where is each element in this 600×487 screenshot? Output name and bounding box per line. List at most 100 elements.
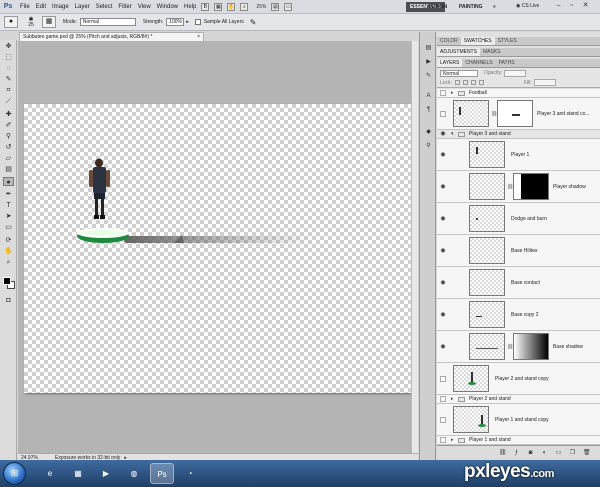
- eye-icon[interactable]: ◉: [439, 215, 447, 223]
- layer-row-base-hilites[interactable]: ◉ Base Hilites: [437, 235, 600, 267]
- layer-row-player1-group[interactable]: ▸ Player 1 and stand: [437, 436, 600, 445]
- eye-icon[interactable]: ◉: [439, 247, 447, 255]
- canvas[interactable]: [24, 104, 416, 393]
- fx-icon[interactable]: ƒ: [513, 449, 520, 457]
- menu-image[interactable]: Image: [52, 4, 69, 10]
- layer-row-player3-copy[interactable]: ⛓ Player 3 and stand co...: [437, 98, 600, 130]
- tab-masks[interactable]: MASKS: [480, 48, 504, 56]
- quick-select-tool-icon[interactable]: ✎: [3, 75, 14, 84]
- history-brush-tool-icon[interactable]: ↺: [3, 143, 14, 152]
- mode-select[interactable]: Normal: [79, 18, 136, 26]
- brush-tool-icon[interactable]: ✐: [3, 121, 14, 130]
- doc-close-icon[interactable]: ×: [197, 33, 200, 41]
- document-tab[interactable]: Subbuteo game.psd @ 25% (Pitch and adjus…: [19, 32, 204, 41]
- maximize-icon[interactable]: ▫: [566, 2, 577, 11]
- expand-icon[interactable]: ▸: [451, 437, 454, 443]
- ie-icon[interactable]: e: [38, 463, 62, 484]
- new-layer-icon[interactable]: ❐: [569, 449, 576, 457]
- collapse-icon[interactable]: ▾: [451, 131, 454, 137]
- eraser-tool-icon[interactable]: ▱: [3, 154, 14, 163]
- adjustment-layer-icon[interactable]: ◐: [541, 449, 548, 457]
- hand-tool-icon[interactable]: ✋: [227, 2, 236, 11]
- visibility-toggle[interactable]: [440, 416, 446, 423]
- new-group-icon[interactable]: ▭: [555, 449, 562, 457]
- marquee-tool-icon[interactable]: ⬚: [3, 53, 14, 62]
- pressure-brush-icon[interactable]: ✎: [250, 18, 257, 27]
- shape-tool-icon[interactable]: ▭: [3, 223, 14, 232]
- menu-help[interactable]: Help: [184, 4, 196, 10]
- visibility-toggle[interactable]: [440, 90, 446, 96]
- menu-filter[interactable]: Filter: [118, 4, 131, 10]
- tab-color[interactable]: COLOR: [437, 37, 461, 45]
- trash-icon[interactable]: 🗑: [583, 449, 591, 457]
- zoom-tool-icon-2[interactable]: ⌕: [3, 258, 14, 267]
- screen-mode-icon[interactable]: ▭: [284, 2, 293, 11]
- layer-row-football[interactable]: ▸ Football: [437, 89, 600, 98]
- gradient-tool-icon[interactable]: ▤: [3, 165, 14, 174]
- tab-adjustments[interactable]: ADJUSTMENTS: [437, 48, 480, 56]
- opacity-input[interactable]: [504, 69, 527, 77]
- eyedropper-tool-icon[interactable]: ⟋: [3, 97, 14, 106]
- eye-icon[interactable]: ◉: [439, 311, 447, 319]
- menu-select[interactable]: Select: [96, 4, 113, 10]
- brush-picker[interactable]: ✱ 25: [24, 17, 38, 28]
- firefox-icon[interactable]: ◍: [122, 463, 146, 484]
- link-layers-icon[interactable]: ⛓: [499, 449, 507, 457]
- layer-row-base-shadow[interactable]: ◉ ⛓ Base shadow: [437, 331, 600, 363]
- fill-input[interactable]: [533, 79, 556, 86]
- pen-tool-icon[interactable]: ✒: [3, 190, 14, 199]
- add-mask-icon[interactable]: ◙: [527, 449, 534, 457]
- workspace-more[interactable]: »: [489, 2, 500, 12]
- strength-arrow-icon[interactable]: ▸: [186, 19, 189, 25]
- menu-window[interactable]: Window: [157, 4, 178, 10]
- tab-layers[interactable]: LAYERS: [437, 59, 463, 67]
- eye-icon[interactable]: ◉: [439, 130, 447, 138]
- layer-row-base-copy-2[interactable]: ◉ Base copy 2: [437, 299, 600, 331]
- move-tool-icon[interactable]: ✥: [3, 42, 14, 51]
- bridge-icon[interactable]: B: [201, 2, 210, 11]
- expand-icon[interactable]: ▸: [451, 90, 454, 96]
- menu-edit[interactable]: Edit: [36, 4, 46, 10]
- menu-view[interactable]: View: [138, 4, 151, 10]
- layer-row-player-shadow[interactable]: ◉ ⛓ Player shadow: [437, 171, 600, 203]
- brush-presets-panel-icon[interactable]: ✎: [424, 72, 433, 81]
- lock-all-icon[interactable]: [478, 80, 484, 85]
- arrange-documents-icon[interactable]: ▤: [271, 2, 280, 11]
- start-button[interactable]: ⊞: [3, 462, 26, 485]
- actions-panel-icon[interactable]: ▶: [424, 58, 433, 67]
- quick-mask-icon[interactable]: ◘: [3, 296, 14, 305]
- tool-presets-panel-icon[interactable]: ◆: [424, 128, 433, 137]
- zoom-level-select[interactable]: 25%: [256, 4, 266, 10]
- layer-row-player2-group[interactable]: ▸ Player 2 and stand: [437, 395, 600, 404]
- crop-tool-icon[interactable]: ⌗: [3, 86, 14, 95]
- 3d-rotate-tool-icon[interactable]: ⟳: [3, 236, 14, 245]
- close-icon[interactable]: ✕: [580, 2, 591, 11]
- layer-row-player1[interactable]: ◉ Player 1: [437, 139, 600, 171]
- layer-row-player2-copy[interactable]: Player 2 and stand copy: [437, 363, 600, 395]
- history-panel-icon[interactable]: ▤: [424, 44, 433, 53]
- lock-position-icon[interactable]: [470, 80, 476, 85]
- lock-pixels-icon[interactable]: [462, 80, 468, 85]
- tool-preset-icon[interactable]: ●: [4, 16, 18, 28]
- hand-tool-icon-2[interactable]: ✋: [3, 247, 14, 256]
- lasso-tool-icon[interactable]: ◌: [3, 64, 14, 73]
- folder-explorer-icon[interactable]: ▦: [66, 463, 90, 484]
- strength-input[interactable]: 100%: [166, 18, 185, 26]
- photoshop-taskbar-icon[interactable]: Ps: [150, 463, 174, 484]
- tab-channels[interactable]: CHANNELS: [462, 59, 495, 67]
- menu-file[interactable]: File: [20, 4, 30, 10]
- clone-source-panel-icon[interactable]: ⚲: [424, 142, 433, 151]
- mini-bridge-icon[interactable]: ▦: [214, 2, 223, 11]
- minimize-icon[interactable]: –: [553, 2, 564, 11]
- character-panel-icon[interactable]: A: [424, 92, 433, 101]
- sample-all-layers-checkbox[interactable]: [194, 19, 201, 25]
- visibility-toggle[interactable]: [440, 437, 446, 443]
- layer-row-dodge-burn[interactable]: ◉ Dodge and burn: [437, 203, 600, 235]
- paragraph-panel-icon[interactable]: ¶: [424, 106, 433, 115]
- eye-icon[interactable]: ◉: [439, 151, 447, 159]
- menu-layer[interactable]: Layer: [75, 4, 90, 10]
- lock-transparency-icon[interactable]: [454, 80, 460, 85]
- clone-stamp-tool-icon[interactable]: ⚲: [3, 132, 14, 141]
- app-taskbar-icon[interactable]: ◔: [178, 463, 202, 484]
- zoom-tool-icon[interactable]: ⌕: [240, 2, 249, 11]
